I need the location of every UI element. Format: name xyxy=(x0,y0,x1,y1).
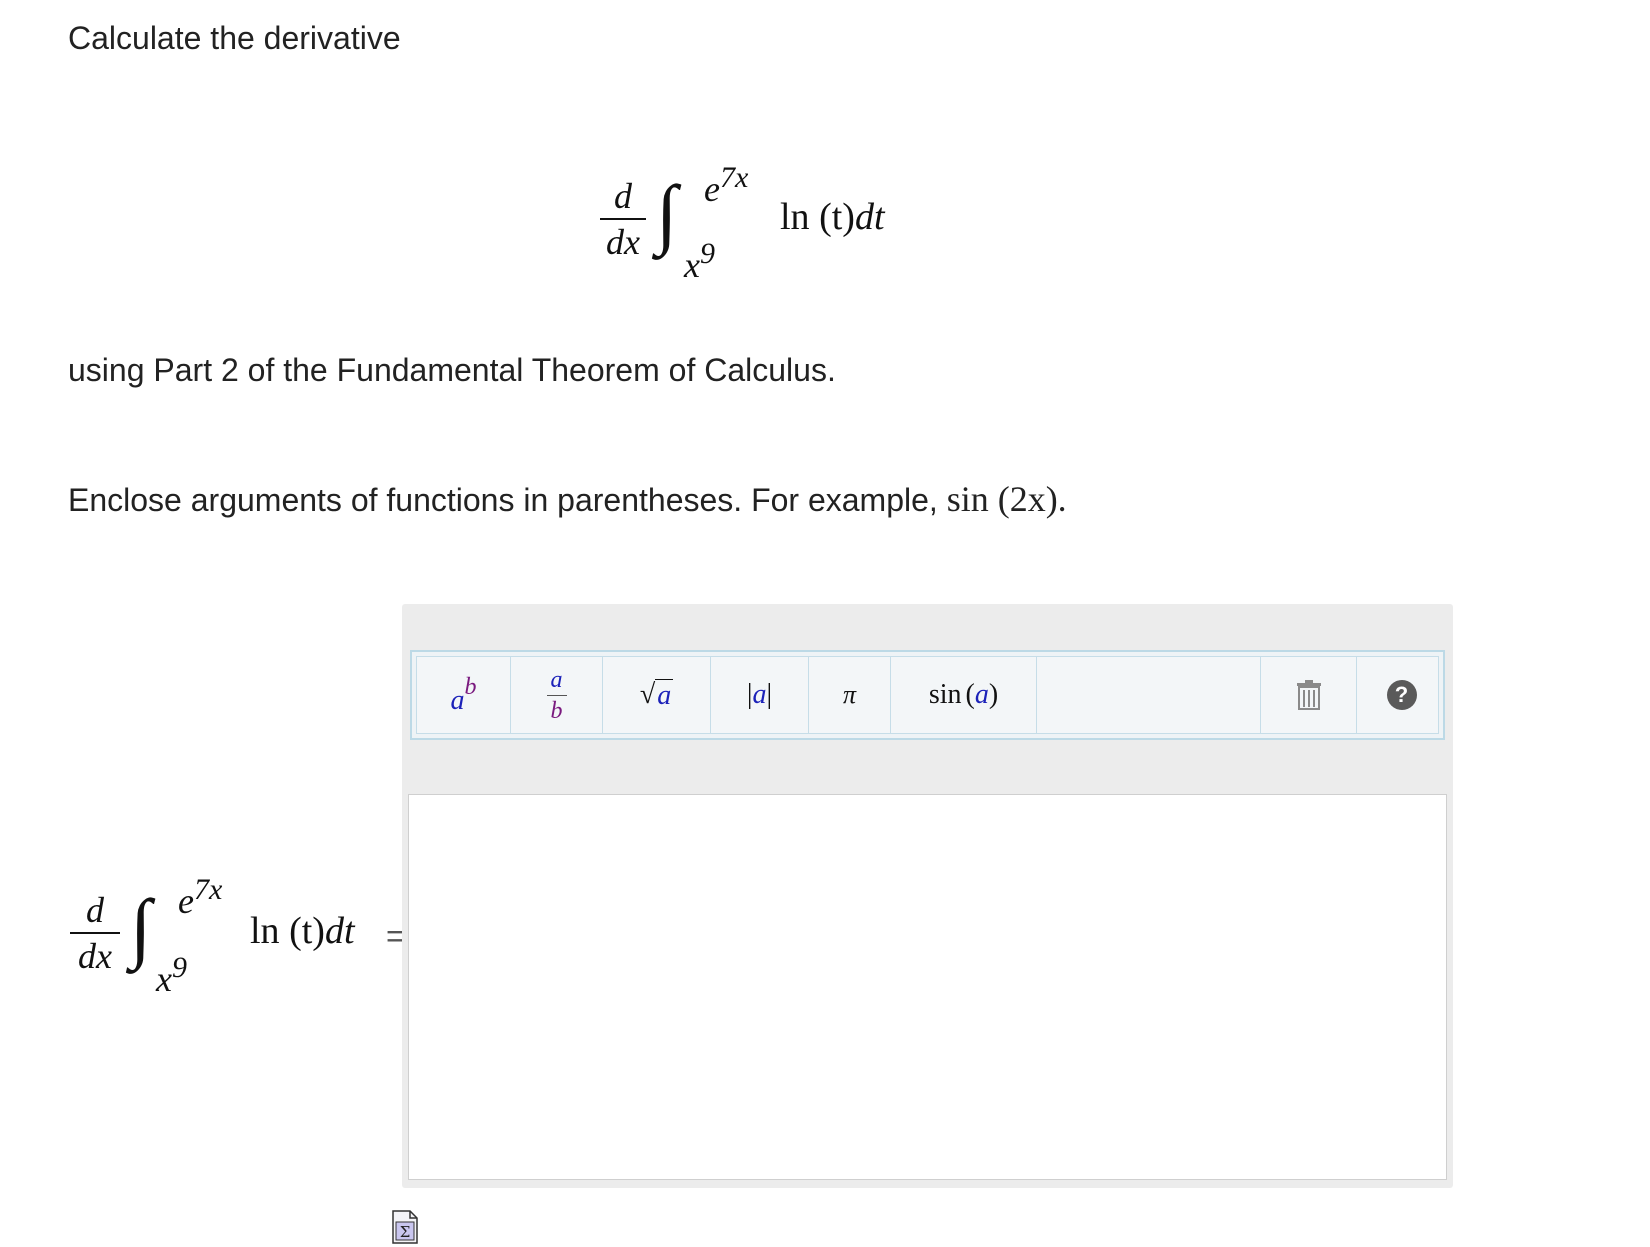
absolute-value-button[interactable]: | a | xyxy=(711,657,809,733)
math-toolbar: ab a b √ a | a | π sin (a) ? xyxy=(410,650,1445,740)
toolbar-spacer xyxy=(1037,657,1261,733)
prompt-derivative-numerator: d xyxy=(86,890,104,930)
clear-button[interactable] xyxy=(1261,657,1357,733)
sin-button[interactable]: sin (a) xyxy=(891,657,1037,733)
fraction-button[interactable]: a b xyxy=(511,657,603,733)
answer-prompt-expression: d dx ∫ e7x x9 ln (t)dt = xyxy=(70,864,410,999)
question-hint: Enclose arguments of functions in parent… xyxy=(68,479,1067,519)
prompt-derivative-denominator: dx xyxy=(78,936,112,976)
pi-button[interactable]: π xyxy=(809,657,891,733)
trash-icon xyxy=(1296,680,1321,710)
integral-sign: ∫ xyxy=(656,169,678,256)
hint-example: sin (2x). xyxy=(946,479,1067,519)
power-button[interactable]: ab xyxy=(417,657,511,733)
lower-limit: x9 xyxy=(684,237,715,285)
prompt-lower-limit: x9 xyxy=(156,951,187,999)
display-expression: d dx ∫ e7x x9 ln (t)dt xyxy=(600,150,920,285)
prompt-integrand: ln (t)dt xyxy=(250,910,355,952)
upper-limit: e7x xyxy=(704,161,749,209)
help-button[interactable]: ? xyxy=(1357,657,1446,733)
question-part-text: using Part 2 of the Fundamental Theorem … xyxy=(68,352,836,388)
math-answer-widget: ab a b √ a | a | π sin (a) ? xyxy=(402,604,1453,1188)
derivative-numerator: d xyxy=(614,176,632,216)
derivative-denominator: dx xyxy=(606,222,640,262)
answer-input[interactable] xyxy=(408,794,1447,1180)
equation-preview-icon[interactable]: Σ xyxy=(392,1210,418,1244)
svg-text:Σ: Σ xyxy=(400,1223,411,1241)
question-title: Calculate the derivative xyxy=(68,20,401,56)
help-icon: ? xyxy=(1386,680,1417,710)
square-root-button[interactable]: √ a xyxy=(603,657,711,733)
prompt-upper-limit: e7x xyxy=(178,873,223,921)
prompt-integral-sign: ∫ xyxy=(130,883,152,970)
integrand: ln (t)dt xyxy=(780,196,885,238)
